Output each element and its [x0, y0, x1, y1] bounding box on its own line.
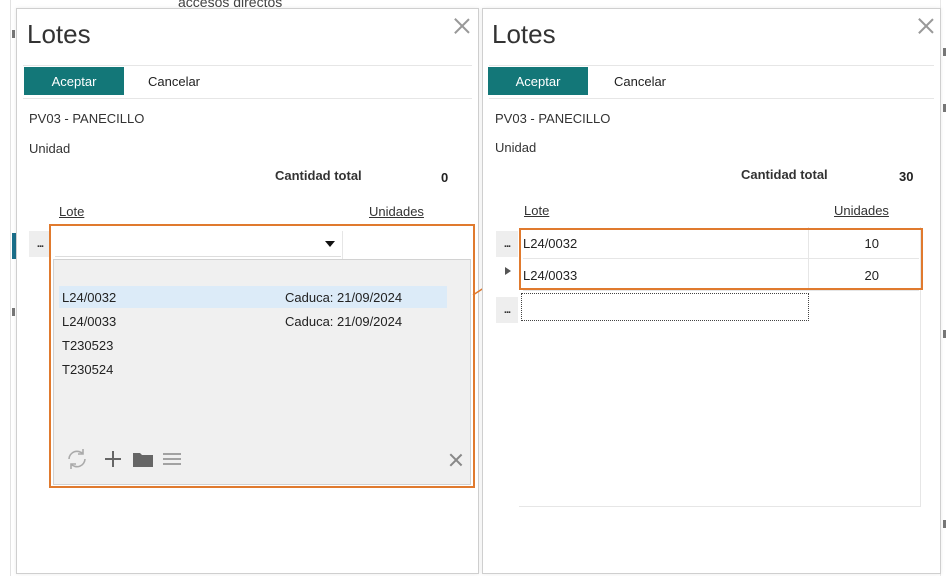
accept-button[interactable]: Aceptar [488, 67, 588, 95]
background-tick [12, 308, 15, 316]
lot-option[interactable]: T230523 [59, 334, 447, 356]
folder-icon[interactable] [132, 450, 154, 468]
total-quantity-label: Cantidad total [741, 167, 828, 182]
lot-option[interactable]: L24/0033 Caduca: 21/09/2024 [59, 310, 447, 332]
cancel-button[interactable]: Cancelar [129, 67, 219, 95]
lot-option-code: L24/0032 [62, 289, 117, 305]
background-tick [943, 104, 946, 112]
column-header-lot[interactable]: Lote [59, 204, 84, 219]
units-cell[interactable]: 20 [865, 268, 879, 283]
column-divider [808, 259, 809, 291]
background-divider [10, 0, 11, 576]
table-row[interactable]: L24/0033 20 [523, 259, 919, 291]
close-icon[interactable] [448, 452, 464, 468]
add-icon[interactable] [104, 450, 122, 468]
toolbar-divider [23, 98, 472, 99]
accept-button[interactable]: Aceptar [24, 67, 124, 95]
product-label: PV03 - PANECILLO [29, 111, 145, 126]
toolbar-divider [23, 65, 472, 66]
lots-dialog-right: Lotes Aceptar Cancelar PV03 - PANECILLO … [482, 8, 941, 574]
column-header-units[interactable]: Unidades [834, 203, 889, 218]
close-icon[interactable] [451, 15, 473, 37]
lot-cell[interactable]: L24/0032 [523, 236, 577, 251]
total-quantity-label: Cantidad total [275, 168, 362, 183]
lot-option-expiry: Caduca: 21/09/2024 [285, 313, 403, 329]
unit-label: Unidad [29, 141, 71, 156]
lot-option-expiry: Caduca: 21/09/2024 [285, 289, 403, 305]
background-tick [943, 330, 946, 338]
units-cell[interactable]: 10 [865, 236, 879, 251]
row-menu-button[interactable]: ... [496, 297, 518, 323]
cancel-button[interactable]: Cancelar [595, 67, 685, 95]
lot-dropdown-list: L24/0032 Caduca: 21/09/2024 L24/0033 Cad… [53, 259, 471, 485]
current-row-arrow-icon [505, 267, 511, 275]
dropdown-toolbar [62, 446, 202, 472]
column-header-units[interactable]: Unidades [369, 204, 424, 219]
lot-option-code: L24/0033 [62, 313, 117, 329]
column-divider [808, 227, 809, 259]
lot-option-code: T230523 [62, 337, 114, 353]
background-tick [943, 48, 946, 56]
table-row[interactable]: L24/0032 10 [523, 227, 919, 259]
toolbar-divider [489, 65, 934, 66]
row-menu-button[interactable]: ... [496, 231, 518, 257]
total-quantity-value: 0 [441, 170, 449, 185]
product-label: PV03 - PANECILLO [495, 111, 611, 126]
lot-combobox[interactable] [55, 231, 341, 257]
new-row-input[interactable] [521, 293, 809, 321]
dialog-title: Lotes [492, 19, 556, 49]
refresh-icon[interactable] [64, 446, 90, 472]
background-tick [12, 30, 15, 38]
column-header-lot[interactable]: Lote [524, 203, 549, 218]
chevron-down-icon[interactable] [325, 241, 335, 247]
close-icon[interactable] [915, 15, 937, 37]
toolbar-divider [489, 98, 934, 99]
dialog-title: Lotes [27, 19, 91, 49]
lot-option-code: T230524 [62, 361, 114, 377]
lots-dialog-left: Lotes Aceptar Cancelar PV03 - PANECILLO … [16, 8, 479, 574]
lot-cell[interactable]: L24/0033 [523, 268, 577, 283]
unit-label: Unidad [495, 140, 537, 155]
total-quantity-value: 30 [899, 169, 914, 184]
lot-option[interactable]: L24/0032 Caduca: 21/09/2024 [59, 286, 447, 308]
row-menu-button[interactable]: ... [29, 231, 51, 257]
lot-option[interactable]: T230524 [59, 358, 447, 380]
background-tick [943, 520, 946, 528]
list-icon[interactable] [162, 451, 182, 467]
